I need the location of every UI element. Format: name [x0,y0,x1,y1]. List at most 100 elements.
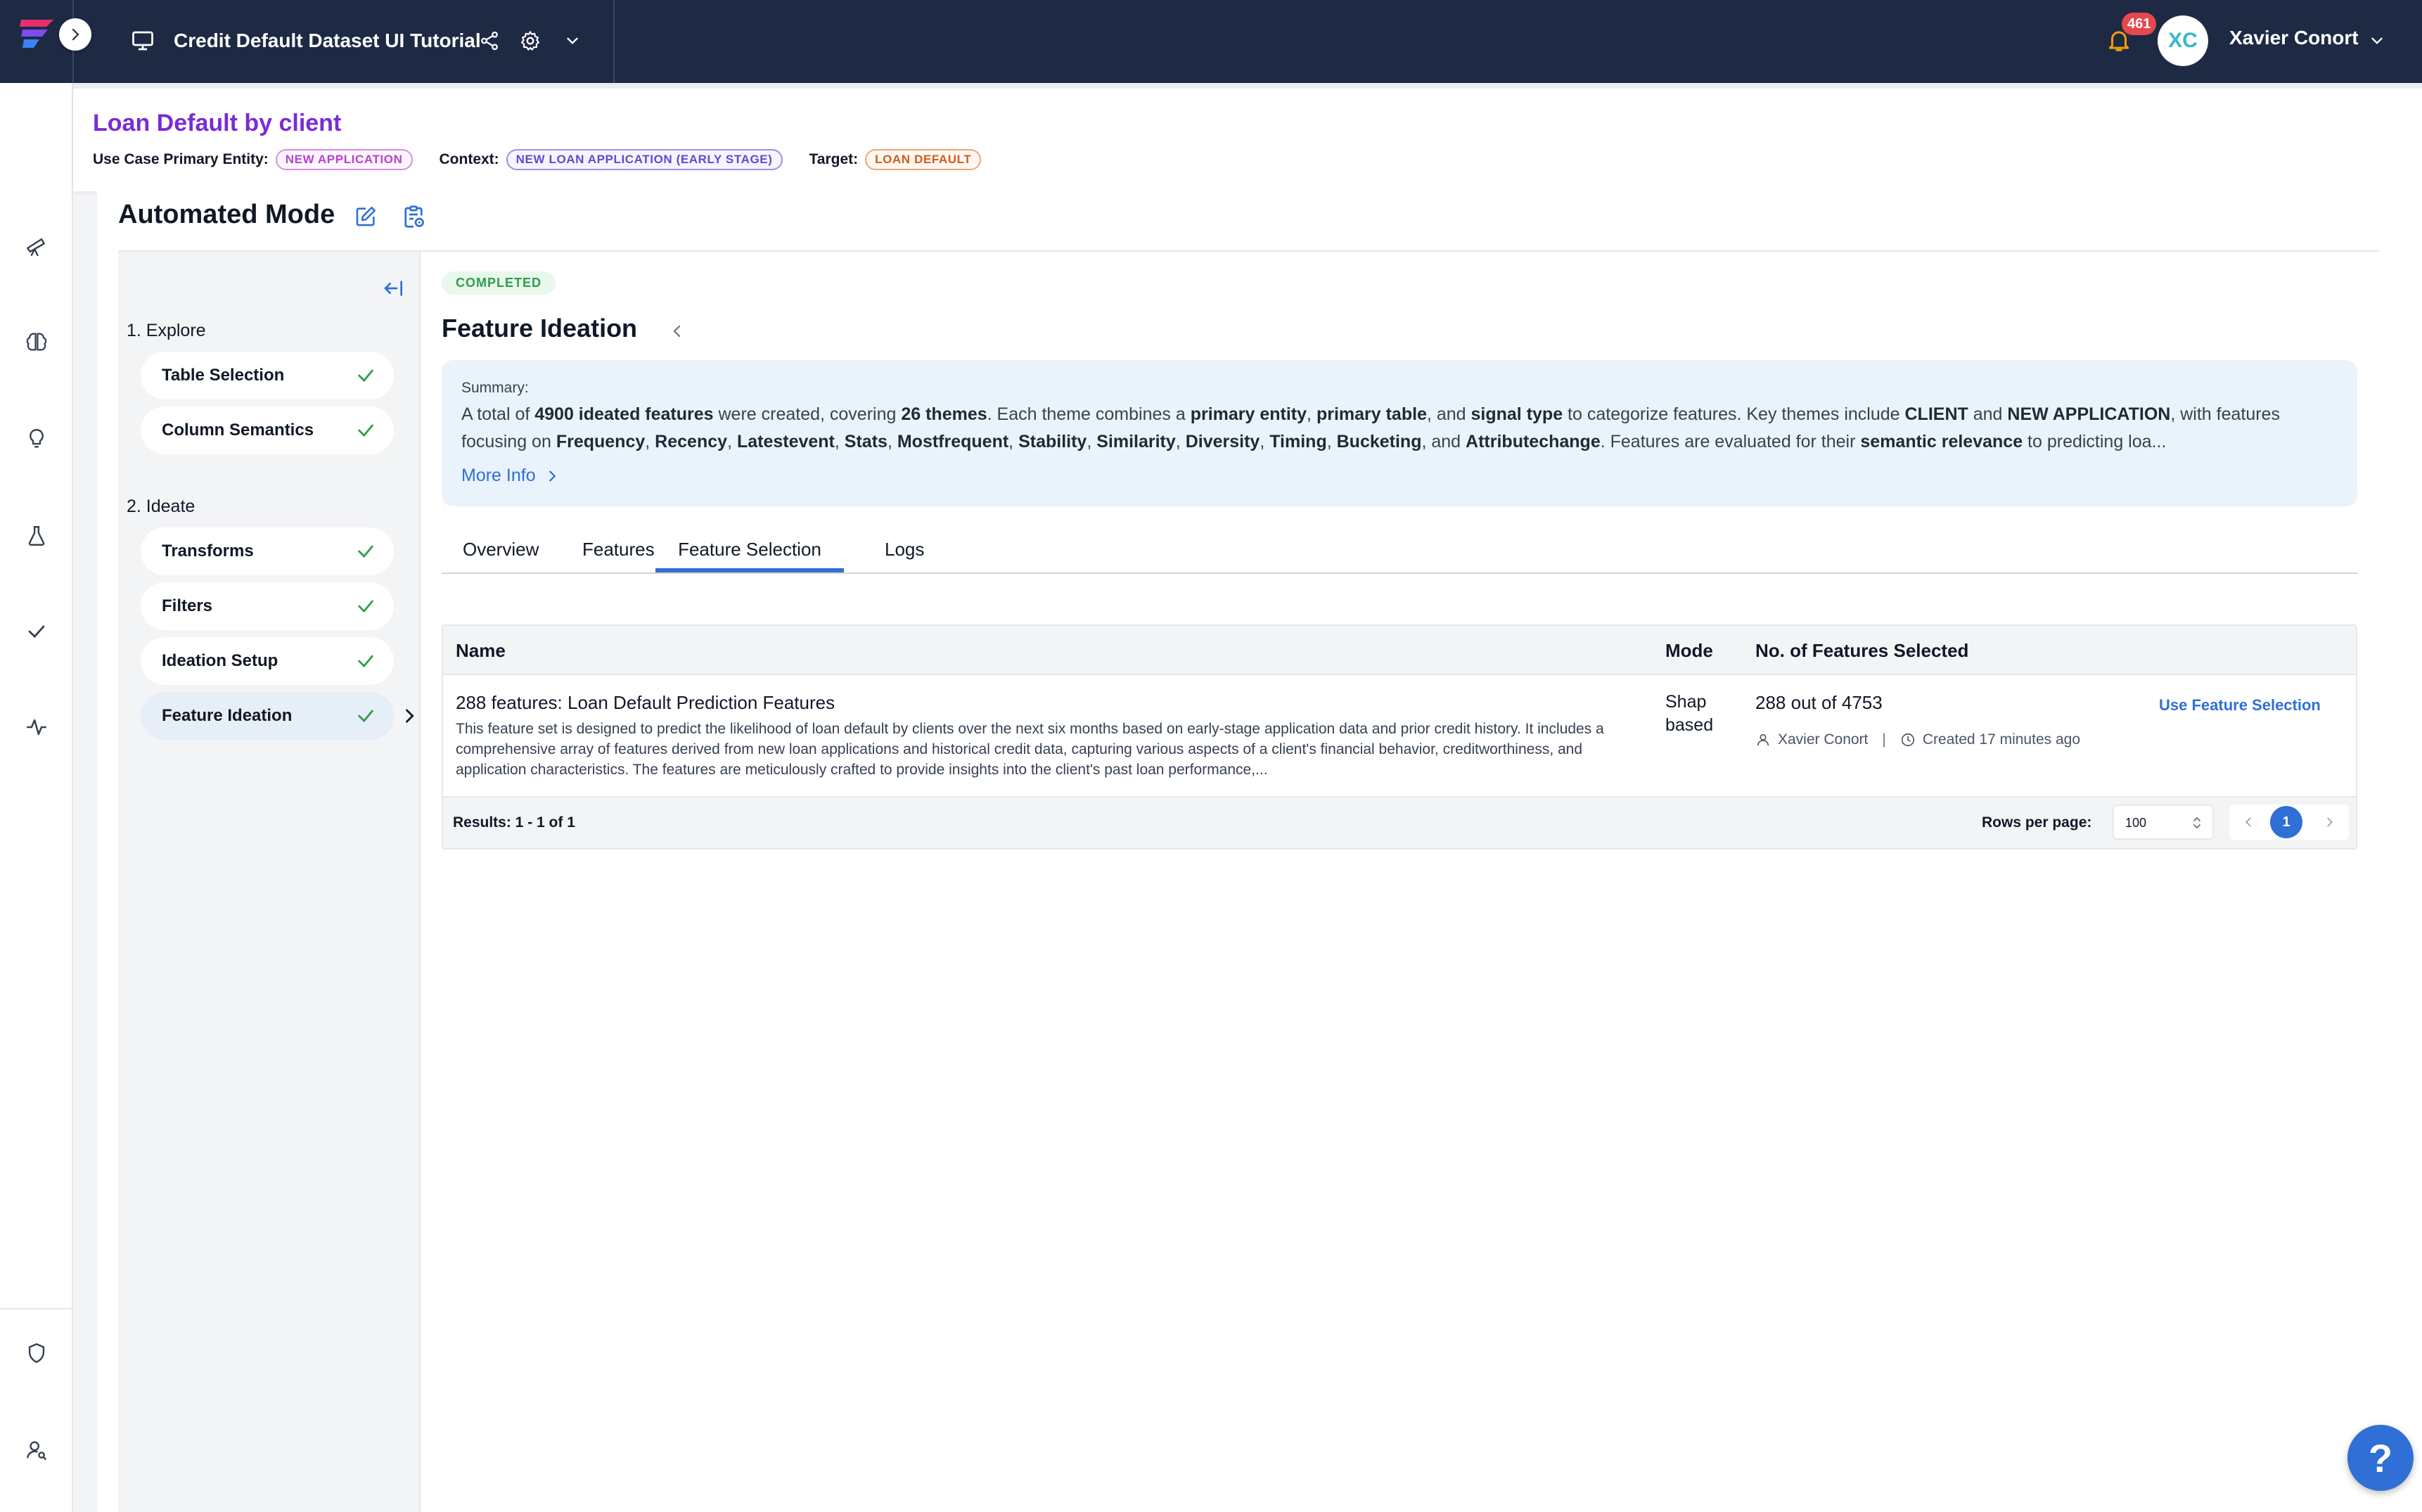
ideate-step-heading: 2. Ideate [127,496,196,516]
tab-features[interactable]: Features [582,539,655,572]
user-menu-chevron-icon[interactable] [2364,28,2390,53]
nav-divider [0,1308,73,1309]
created-time: Created 17 minutes ago [1922,731,2080,748]
step-label: Ideation Setup [162,651,278,670]
step-column-semantics[interactable]: Column Semantics [141,406,394,454]
checkmark-icon[interactable] [18,613,55,650]
user-icon [1757,733,1769,746]
project-title: Credit Default Dataset UI Tutorial [174,30,481,51]
check-icon [358,545,373,558]
context-label: Context: [439,151,499,167]
rows-per-page-value: 100 [2125,816,2147,830]
use-case-header: Loan Default by client Use Case Primary … [73,83,2422,191]
top-bar: Credit Default Dataset UI Tutorial 461 X… [0,0,2422,83]
notification-count-badge: 461 [2122,13,2157,35]
prev-page-icon[interactable] [2241,814,2256,830]
check-icon [358,424,373,437]
left-navigation [0,83,73,1512]
feature-count: 288 out of 4753 [1755,692,1883,713]
more-info-link[interactable]: More Info [461,466,2338,486]
user-avatar[interactable]: XC [2158,15,2208,66]
chevron-right-icon [406,709,414,723]
check-icon [358,369,373,383]
project-menu-chevron-icon[interactable] [558,27,587,55]
telescope-icon[interactable] [18,228,55,264]
expand-sidebar-button[interactable] [59,18,91,51]
meta-separator: | [1882,731,1886,748]
step-label: Filters [162,596,213,615]
next-page-icon[interactable] [2322,814,2338,830]
activity-icon[interactable] [18,709,55,745]
table-header: Name Mode No. of Features Selected [443,626,2356,675]
edit-icon[interactable] [350,201,381,232]
step-transforms[interactable]: Transforms [141,527,394,575]
page-title: Feature Ideation [442,314,638,342]
summary-label: Summary: [461,380,529,396]
brain-icon[interactable] [18,323,55,360]
steps-panel: 1. Explore Table Selection Column Semant… [118,252,421,1512]
feature-set-mode: Shap based [1665,692,1714,735]
updown-chevron-icon [2193,816,2200,829]
more-info-label: More Info [461,466,536,485]
topbar-divider-right [613,0,615,83]
tab-feature-selection[interactable]: Feature Selection [655,539,844,572]
status-badge: COMPLETED [442,271,556,295]
check-icon [358,600,373,613]
current-page-button[interactable]: 1 [2270,806,2302,838]
use-feature-selection-link[interactable]: Use Feature Selection [2159,696,2321,715]
monitor-icon [132,31,153,51]
feature-set-description: This feature set is designed to predict … [456,721,1604,778]
use-case-meta: Use Case Primary Entity: NEW APPLICATION… [93,149,982,170]
feature-set-name[interactable]: 288 features: Loan Default Prediction Fe… [456,692,835,714]
target-label: Target: [809,151,859,167]
table-footer: Results: 1 - 1 of 1 Rows per page: 100 1 [443,797,2356,848]
step-table-selection[interactable]: Table Selection [141,352,394,399]
check-icon [358,655,373,668]
content-tabs: Overview Features Feature Selection Logs [442,532,2357,574]
tab-overview[interactable]: Overview [463,539,539,572]
column-header-name[interactable]: Name [456,640,506,662]
lightbulb-icon[interactable] [18,421,55,457]
user-name[interactable]: Xavier Conort [2229,27,2359,49]
pagination: 1 [2229,805,2349,840]
table-row[interactable]: 288 features: Loan Default Prediction Fe… [443,677,2356,797]
explore-step-heading: 1. Explore [127,321,206,340]
help-button[interactable]: ? [2347,1425,2414,1491]
rows-per-page-label: Rows per page: [1982,814,2092,831]
collapse-panel-icon[interactable] [378,273,409,304]
app-logo[interactable] [15,17,58,51]
main-panel: Automated Mode 1. Explore Table Selectio… [97,191,2422,1512]
collapse-chevron-left-icon[interactable] [665,319,689,343]
summary-text: A total of 4900 ideated features were cr… [461,404,2280,451]
mode-title: Automated Mode [118,200,335,229]
step-label: Feature Ideation [162,706,293,725]
clock-icon [1901,733,1914,747]
column-header-count[interactable]: No. of Features Selected [1755,640,1968,662]
share-icon[interactable] [475,27,504,55]
author-name: Xavier Conort [1778,731,1869,748]
user-search-icon[interactable] [18,1432,55,1468]
feature-selection-table: Name Mode No. of Features Selected 288 f… [442,624,2357,850]
mode-divider [118,250,2380,252]
gear-icon[interactable] [516,27,544,55]
project-selector[interactable]: Credit Default Dataset UI Tutorial [130,25,481,56]
results-count: Results: 1 - 1 of 1 [453,814,575,831]
step-label: Table Selection [162,366,285,385]
step-ideation-setup[interactable]: Ideation Setup [141,637,394,685]
context-badge: NEW LOAN APPLICATION (EARLY STAGE) [506,149,783,170]
step-label: Transforms [162,542,254,560]
clipboard-settings-icon[interactable] [398,201,429,232]
primary-entity-badge: NEW APPLICATION [275,149,413,170]
shield-icon[interactable] [18,1335,55,1371]
step-label: Column Semantics [162,421,314,440]
primary-entity-label: Use Case Primary Entity: [93,151,269,167]
tab-logs[interactable]: Logs [885,539,924,572]
step-feature-ideation[interactable]: Feature Ideation [141,692,394,740]
summary-box: Summary: A total of 4900 ideated feature… [442,360,2357,506]
flask-icon[interactable] [18,518,55,554]
use-case-title[interactable]: Loan Default by client [93,110,341,137]
column-header-mode[interactable]: Mode [1665,640,1713,662]
rows-per-page-select[interactable]: 100 [2113,805,2214,840]
step-filters[interactable]: Filters [141,582,394,630]
chevron-right-icon [549,470,556,482]
